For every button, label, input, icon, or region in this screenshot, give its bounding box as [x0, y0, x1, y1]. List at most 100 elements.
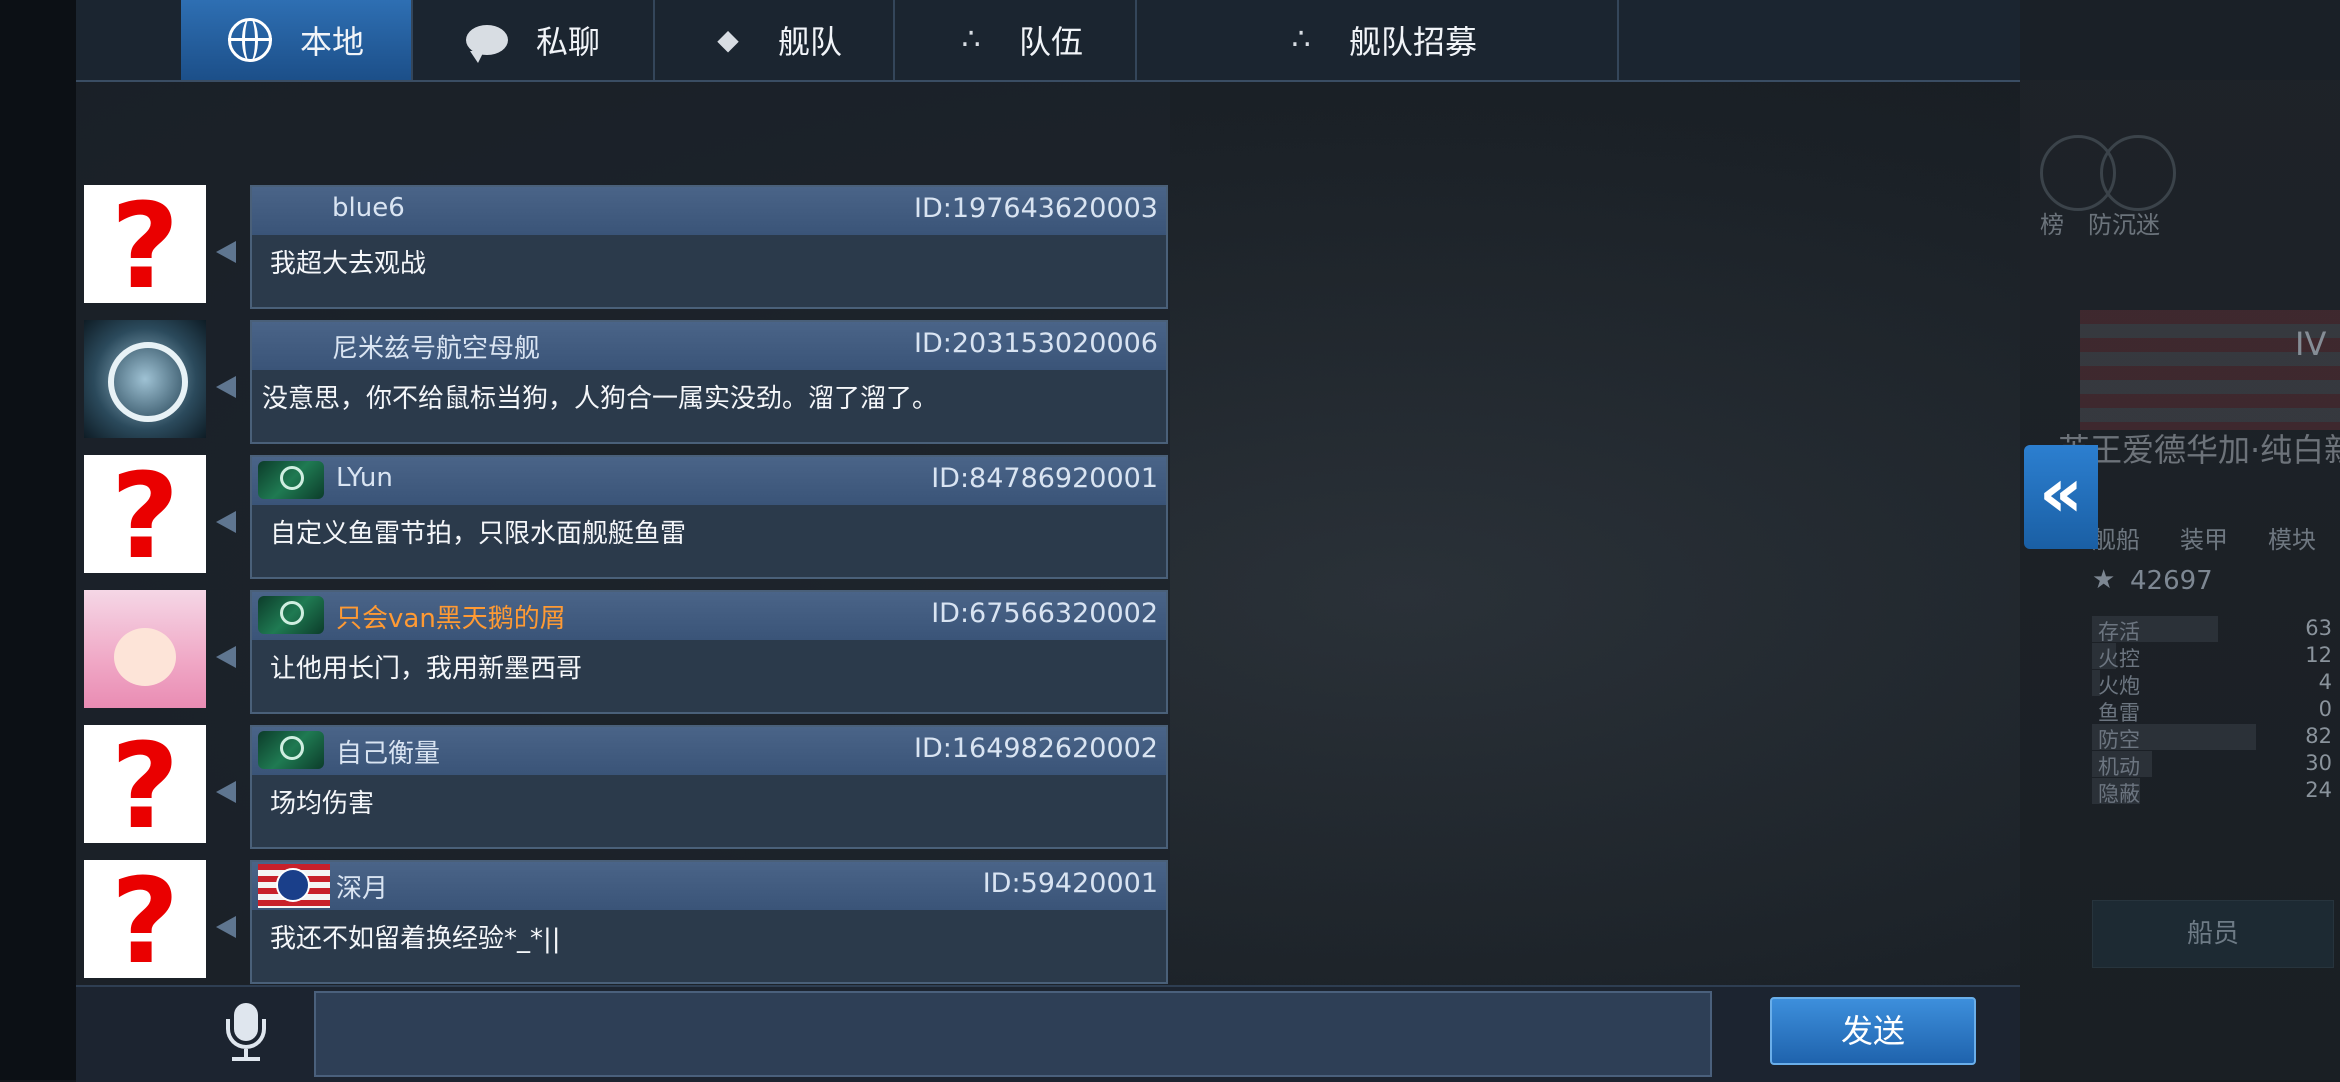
star-icon: ★ — [2092, 565, 2116, 595]
message-bubble: 深月 ID:59420001 我还不如留着换经验*_*|| — [250, 860, 1168, 984]
tab-label: 本地 — [299, 23, 364, 61]
crew-button: 船员 — [2092, 900, 2334, 968]
fleet-icon: ◆ — [717, 23, 739, 56]
stat-row: 防空 82 — [2092, 722, 2332, 752]
avatar[interactable] — [84, 725, 206, 843]
tab-label: 队伍 — [1018, 23, 1083, 61]
message-header: 只会van黑天鹅的屑 ID:67566320002 — [252, 592, 1166, 640]
sender-name[interactable]: LYun — [336, 463, 393, 493]
chat-message[interactable]: blue6 ID:197643620003 我超大去观战 — [76, 185, 1170, 311]
tab-label: 舰队 — [777, 23, 842, 61]
ship-name: 英王爱德华加·纯白新娘 — [2058, 431, 2340, 469]
chat-tab-bar: 本地 私聊 ◆ 舰队 ∴ 队伍 ∴ 舰队招募 — [76, 0, 2020, 82]
tab-private[interactable]: 私聊 — [413, 0, 655, 80]
message-bubble: 自己衡量 ID:164982620002 场均伤害 — [250, 725, 1168, 849]
ship-tab: 舰船 — [2092, 526, 2140, 554]
sender-name[interactable]: 尼米兹号航空母舰 — [332, 328, 540, 365]
message-header: blue6 ID:197643620003 — [252, 187, 1166, 235]
sender-id: ID:67566320002 — [931, 598, 1158, 629]
sender-name[interactable]: 自己衡量 — [336, 733, 440, 770]
avatar[interactable] — [84, 185, 206, 303]
chat-message[interactable]: 只会van黑天鹅的屑 ID:67566320002 让他用长门，我用新墨西哥 — [76, 590, 1170, 716]
sender-id: ID:164982620002 — [914, 733, 1158, 764]
chat-message[interactable]: 深月 ID:59420001 我还不如留着换经验*_*|| — [76, 860, 1170, 986]
sender-name[interactable]: blue6 — [332, 193, 405, 223]
avatar[interactable] — [84, 455, 206, 573]
globe-icon — [227, 18, 272, 62]
fleet-badge-icon — [258, 596, 324, 634]
stat-row: 鱼雷 0 — [2092, 695, 2332, 725]
sender-id: ID:59420001 — [982, 868, 1158, 899]
message-header: 自己衡量 ID:164982620002 — [252, 727, 1166, 775]
stat-row: 存活 63 — [2092, 614, 2332, 644]
sender-name[interactable]: 只会van黑天鹅的屑 — [336, 598, 566, 635]
speech-pointer-icon — [216, 781, 236, 803]
sender-id: ID:197643620003 — [914, 193, 1158, 224]
avatar[interactable] — [84, 590, 206, 708]
screen-edge — [0, 0, 76, 1080]
stat-name: 隐蔽 — [2098, 782, 2140, 806]
recruit-icon: ∴ — [1291, 22, 1310, 57]
avatar[interactable] — [84, 320, 206, 438]
speech-pointer-icon — [216, 511, 236, 533]
module-tab: 模块 — [2268, 526, 2316, 554]
stat-row: 机动 30 — [2092, 749, 2332, 779]
message-bubble: blue6 ID:197643620003 我超大去观战 — [250, 185, 1168, 309]
message-header: 尼米兹号航空母舰 ID:203153020006 — [252, 322, 1166, 370]
message-text: 我超大去观战 — [270, 249, 427, 279]
tab-fleet-recruit[interactable]: ∴ 舰队招募 — [1137, 0, 1619, 80]
speech-pointer-icon — [216, 916, 236, 938]
stat-value: 24 — [2305, 778, 2332, 802]
fleet-badge-icon — [258, 461, 324, 499]
message-bubble: 尼米兹号航空母舰 ID:203153020006 没意思，你不给鼠标当狗，人狗合一属… — [250, 320, 1168, 444]
message-bubble: 只会van黑天鹅的屑 ID:67566320002 让他用长门，我用新墨西哥 — [250, 590, 1168, 714]
stat-value: 30 — [2305, 751, 2332, 775]
message-bubble: LYun ID:84786920001 自定义鱼雷节拍，只限水面舰艇鱼雷 — [250, 455, 1168, 579]
stat-row: 火炮 4 — [2092, 668, 2332, 698]
message-text: 我还不如留着换经验*_*|| — [270, 924, 561, 954]
message-text: 自定义鱼雷节拍，只限水面舰艇鱼雷 — [270, 519, 687, 549]
sender-id: ID:84786920001 — [931, 463, 1158, 494]
tab-label: 私聊 — [535, 23, 600, 61]
bg-top-label-1: 榜 — [2040, 211, 2064, 239]
top-right-resources — [2020, 0, 2340, 80]
sender-name[interactable]: 深月 — [336, 868, 388, 905]
chat-bubble-icon — [465, 25, 508, 63]
armor-tab: 装甲 — [2180, 526, 2228, 554]
speech-pointer-icon — [216, 646, 236, 668]
stat-value: 0 — [2318, 697, 2332, 721]
nation-flag-icon — [258, 864, 330, 908]
microphone-icon[interactable] — [216, 1003, 276, 1063]
ship-rating: 42697 — [2130, 566, 2213, 596]
chat-input-bar: 发送 — [76, 985, 2020, 1082]
tab-fleet[interactable]: ◆ 舰队 — [655, 0, 895, 80]
ship-tier: IV — [2295, 325, 2327, 363]
tab-label: 舰队招募 — [1348, 23, 1477, 61]
sender-id: ID:203153020006 — [914, 328, 1158, 359]
stat-value: 82 — [2305, 724, 2332, 748]
message-text: 场均伤害 — [270, 789, 375, 819]
avatar[interactable] — [84, 860, 206, 978]
fleet-badge-icon — [258, 731, 324, 769]
message-text: 没意思，你不给鼠标当狗，人狗合一属实没劲。溜了溜了。 — [262, 384, 939, 414]
bg-top-label-2: 防沉迷 — [2088, 211, 2160, 239]
stat-row: 隐蔽 24 — [2092, 776, 2332, 806]
tab-team[interactable]: ∴ 队伍 — [895, 0, 1137, 80]
chat-message[interactable]: 尼米兹号航空母舰 ID:203153020006 没意思，你不给鼠标当狗，人狗合一属… — [76, 320, 1170, 446]
message-header: 深月 ID:59420001 — [252, 862, 1166, 910]
stat-value: 63 — [2305, 616, 2332, 640]
collapse-chevron-icon[interactable]: « — [2024, 445, 2098, 549]
message-text: 让他用长门，我用新墨西哥 — [270, 654, 583, 684]
speech-pointer-icon — [216, 241, 236, 263]
stat-value: 4 — [2318, 670, 2332, 694]
send-button[interactable]: 发送 — [1770, 997, 1976, 1065]
tab-local[interactable]: 本地 — [181, 0, 413, 80]
chat-input[interactable] — [314, 991, 1712, 1077]
speech-pointer-icon — [216, 376, 236, 398]
chat-message[interactable]: 自己衡量 ID:164982620002 场均伤害 — [76, 725, 1170, 851]
message-header: LYun ID:84786920001 — [252, 457, 1166, 505]
team-icon: ∴ — [961, 22, 980, 57]
stat-row: 火控 12 — [2092, 641, 2332, 671]
chat-message[interactable]: LYun ID:84786920001 自定义鱼雷节拍，只限水面舰艇鱼雷 — [76, 455, 1170, 581]
anti-addiction-icon — [2100, 135, 2176, 211]
